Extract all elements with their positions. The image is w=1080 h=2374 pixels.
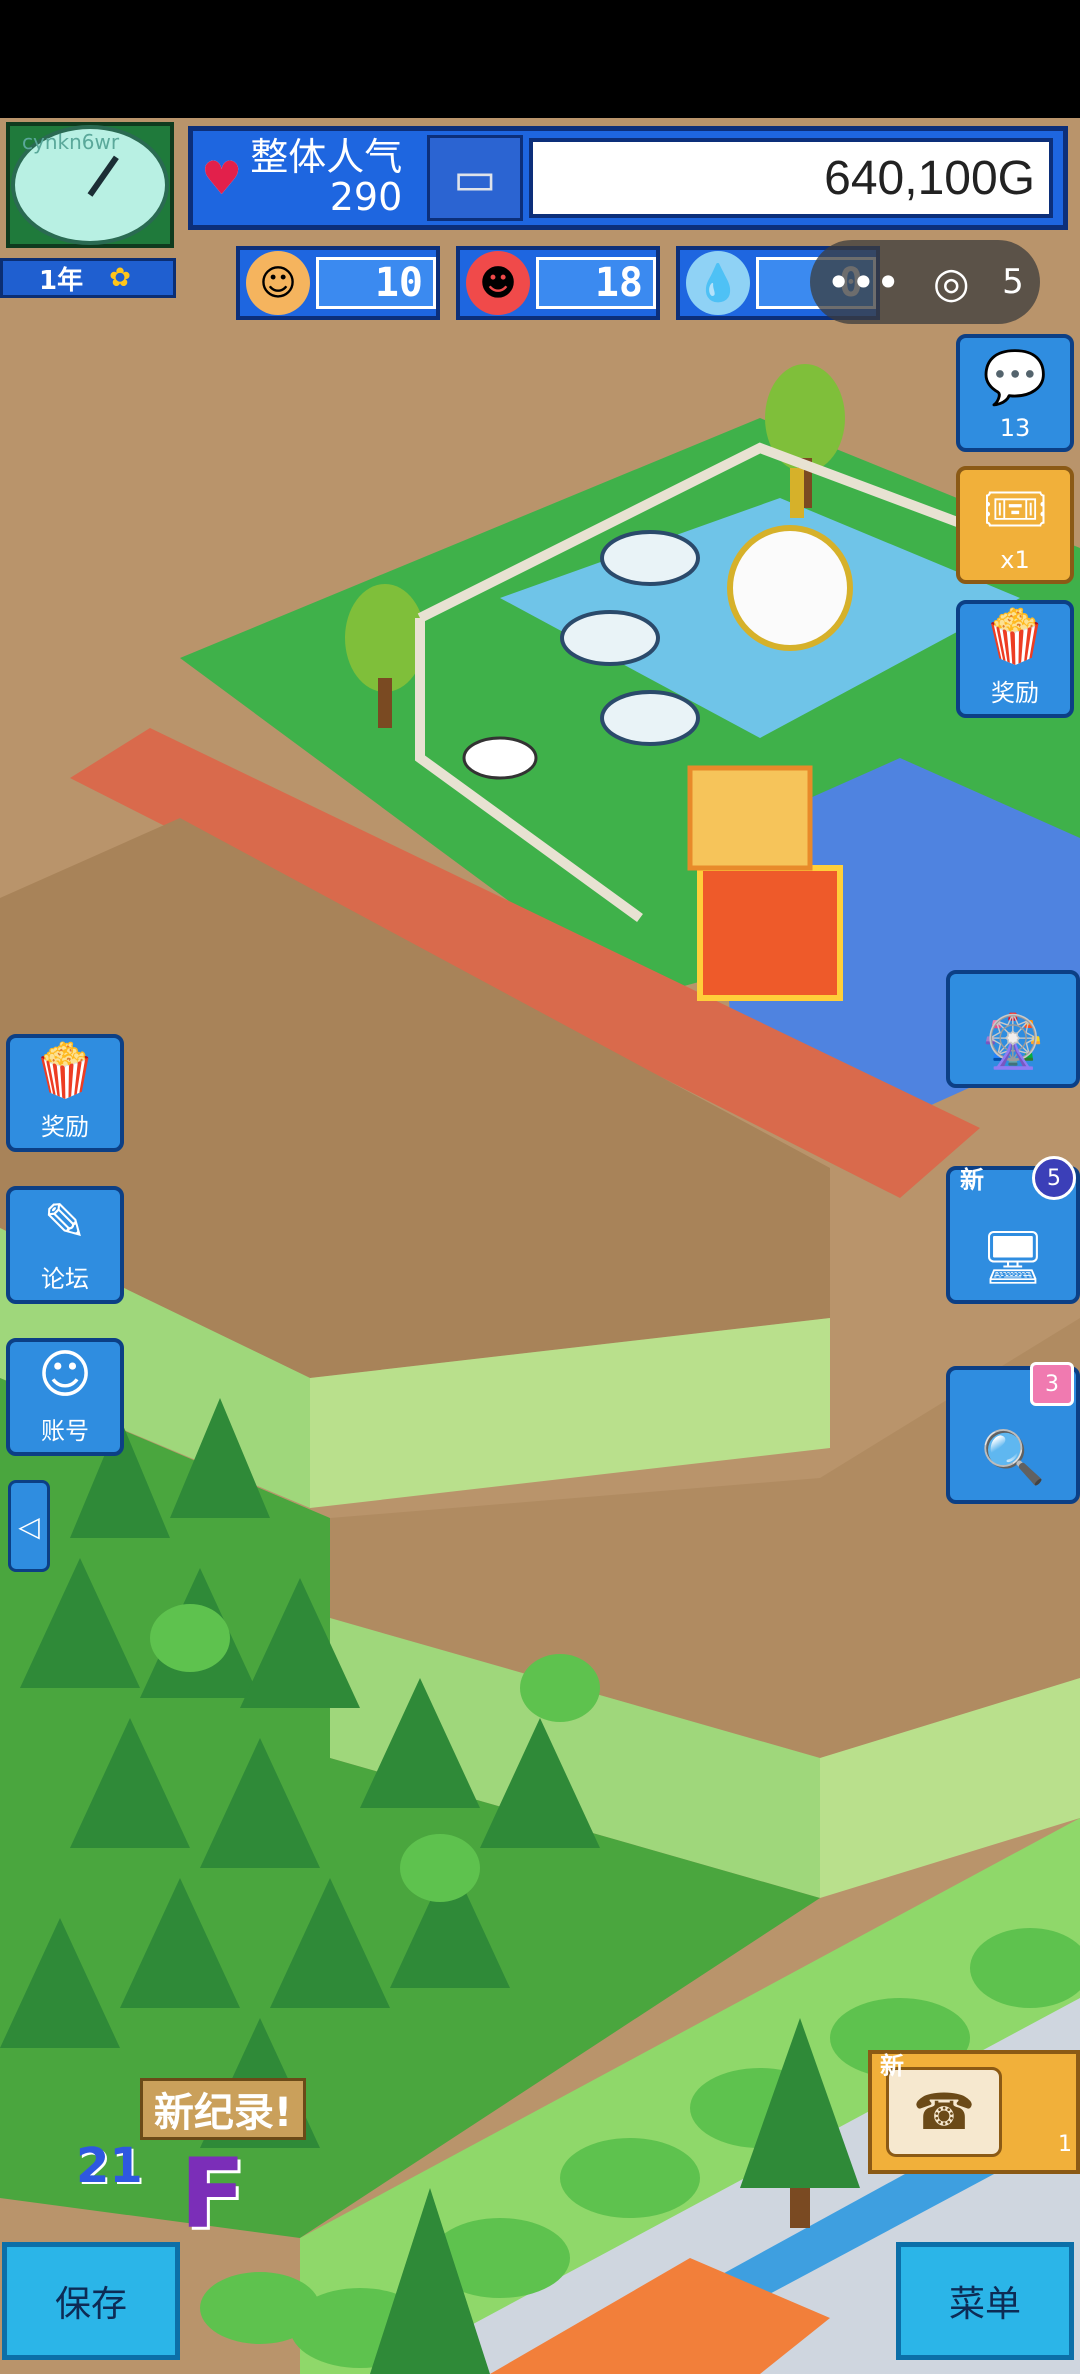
target-circle-icon[interactable]: ◎ — [933, 258, 970, 307]
reward-label-left: 奖励 — [41, 1113, 89, 1141]
money-value: 640,100G — [824, 151, 1035, 205]
year-indicator: 1年 ✿ — [0, 258, 176, 298]
computer-icon: 🖥 — [979, 1228, 1046, 1288]
forum-button[interactable]: ✎ 论坛 — [6, 1186, 124, 1304]
computer-badge-value: 5 — [1047, 1165, 1061, 1191]
ticket-count: x1 — [1000, 546, 1030, 574]
ferris-wheel-button[interactable]: 🎡 — [946, 970, 1080, 1088]
cookie-face-icon: ☺ — [246, 251, 310, 315]
reward-label-right: 奖励 — [991, 679, 1039, 707]
game-screen: { "hud": { "watermark": "cynkn6wr", "yea… — [0, 0, 1080, 2374]
sunflower-icon: ✿ — [109, 263, 131, 293]
save-button[interactable]: 保存 — [2, 2242, 180, 2360]
resource-food[interactable]: ☺ 10 — [236, 246, 440, 320]
popcorn-icon: 🍿 — [32, 1041, 98, 1101]
mini-program-capsule[interactable]: ••• ◎ 5 — [810, 240, 1040, 324]
resource-fire[interactable]: ☻ 18 — [456, 246, 660, 320]
menu-button[interactable]: 菜单 — [896, 2242, 1074, 2360]
top-stat-bar: ♥ 整体人气 290 ▭ 640,100G — [188, 126, 1068, 230]
game-clock[interactable]: cynkn6wr — [6, 122, 174, 248]
save-label: 保存 — [54, 2284, 127, 2325]
pencil-note-icon: ✎ — [43, 1193, 87, 1253]
tasks-count: 13 — [999, 414, 1031, 442]
watermark-text: cynkn6wr — [22, 130, 120, 154]
park-scenery — [0, 118, 1080, 2374]
popularity-panel[interactable]: ♥ 整体人气 290 — [193, 135, 421, 221]
account-button[interactable]: ☺ 账号 — [6, 1338, 124, 1456]
popularity-value: 290 — [329, 175, 403, 219]
resource-fire-value: 18 — [536, 257, 656, 309]
money-bar-icon: ▭ — [427, 135, 523, 221]
search-badge-value: 3 — [1045, 1371, 1059, 1397]
new-record-label: 新纪录! — [153, 2090, 293, 2136]
more-dots-icon[interactable]: ••• — [826, 258, 900, 307]
status-bar-area — [0, 0, 1080, 118]
tasks-button[interactable]: 💬 13 — [956, 334, 1074, 452]
park-map[interactable] — [0, 118, 1080, 2374]
ferris-wheel-icon: 🎡 — [980, 1012, 1046, 1072]
resource-row: ☺ 10 ☻ 18 💧 0 — [236, 246, 880, 322]
magnifier-document-icon: 🔍 — [980, 1428, 1046, 1488]
phone-new-label: 新 — [880, 2052, 904, 2080]
collapse-sidebar-button[interactable]: ◁ — [8, 1480, 50, 1572]
heart-icon: ♥ — [201, 151, 243, 205]
year-label: 1年 — [39, 265, 84, 296]
rank-number: 21 — [76, 2138, 143, 2194]
reward-button-left[interactable]: 🍿 奖励 — [6, 1034, 124, 1152]
computer-badge: 5 — [1032, 1156, 1076, 1200]
phone-count: 1 — [1058, 2132, 1072, 2157]
smiley-mascot-icon: ☺ — [37, 1345, 93, 1405]
hidden-resource-value: 5 — [1002, 262, 1024, 302]
new-record-banner: 新纪录! — [140, 2078, 306, 2140]
money-display: 640,100G — [529, 138, 1053, 218]
chevron-left-icon: ◁ — [18, 1509, 40, 1543]
water-drop-icon: 💧 — [686, 251, 750, 315]
account-label: 账号 — [41, 1417, 89, 1445]
menu-label: 菜单 — [948, 2284, 1021, 2325]
popularity-label: 整体人气 — [250, 135, 403, 180]
forum-label: 论坛 — [41, 1265, 89, 1293]
computer-new-label: 新 — [960, 1166, 984, 1194]
ticket-button[interactable]: 🎟 x1 — [956, 466, 1074, 584]
clock-hand — [87, 155, 119, 197]
rank-letter: F — [180, 2138, 246, 2250]
reward-button-right[interactable]: 🍿 奖励 — [956, 600, 1074, 718]
fire-face-icon: ☻ — [466, 251, 530, 315]
speech-bubble-icon: 💬 — [982, 348, 1048, 408]
popcorn-icon: 🍿 — [982, 607, 1048, 667]
search-badge: 3 — [1030, 1362, 1074, 1406]
resource-food-value: 10 — [316, 257, 436, 309]
ticket-icon: 🎟 — [981, 480, 1048, 540]
